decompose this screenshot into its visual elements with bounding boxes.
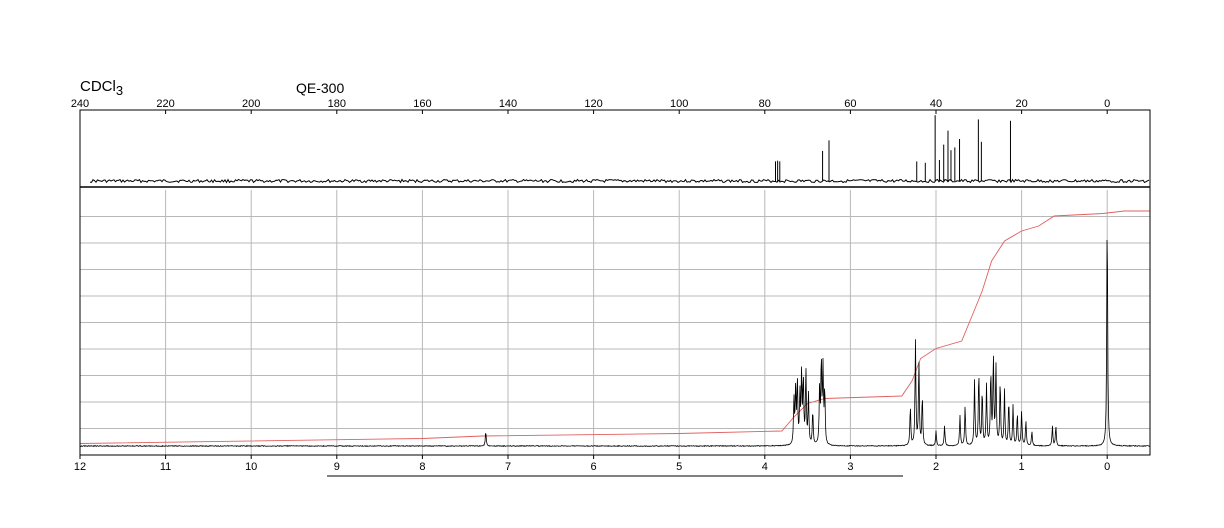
c13-axis-ticks: 240 220 200 180 160 140 120 100 80 60 40 20 0: [71, 98, 1110, 114]
h1-tick-label: 11: [160, 461, 171, 473]
h1-peak-marker: [918, 361, 919, 362]
h1-peak-marker: [910, 406, 911, 407]
h1-peak-marker: [1017, 413, 1018, 414]
h1-tick-label: 0: [1104, 461, 1110, 473]
h1-grid: [79, 190, 1150, 455]
h1-peak-marker: [978, 371, 979, 372]
c13-spectrum: [89, 115, 1150, 184]
h1-peak-marker: [803, 381, 804, 382]
c13-tick-label: 60: [844, 98, 856, 110]
h1-integral-curve: [79, 210, 1150, 444]
c13-tick-label: 160: [413, 98, 431, 110]
h1-peak-marker: [974, 381, 975, 382]
c13-tick-label: 20: [1015, 98, 1027, 110]
h1-peak-marker: [1107, 208, 1108, 209]
h1-peak-marker: [1055, 426, 1056, 427]
h1-peak-marker: [799, 396, 800, 397]
h1-peak-marker: [1031, 431, 1032, 432]
c13-tick-label: 220: [156, 98, 174, 110]
h1-peak-marker: [1025, 421, 1026, 422]
h1-peak-marker: [986, 386, 987, 387]
h1-peak-marker: [982, 391, 983, 392]
h1-peak-marker: [797, 381, 798, 382]
h1-tick-label: 1: [1019, 461, 1025, 473]
h1-spectrum: [79, 208, 1151, 448]
h1-peak-marker: [936, 431, 937, 432]
h1-tick-label: 2: [933, 461, 939, 473]
c13-tick-label: 120: [584, 98, 602, 110]
h1-peak-marker: [990, 371, 991, 372]
h1-peak-marker: [922, 396, 923, 397]
c13-tick-label: 200: [242, 98, 260, 110]
h1-peak-marker: [996, 366, 997, 367]
h1-peak-marker: [915, 341, 916, 342]
h1-peak-marker: [1000, 381, 1001, 382]
h1-peak-marker: [1052, 426, 1053, 427]
c13-tick-label: 240: [71, 98, 89, 110]
nmr-figure: CDCl3 QE-300 240 220 200 180 160 140 120 100 80 6…: [0, 0, 1224, 528]
h1-peak-marker: [821, 361, 822, 362]
c13-tick-label: 80: [759, 98, 771, 110]
h1-tick-label: 10: [245, 461, 257, 473]
outer-frame: [79, 109, 1151, 456]
c13-tick-label: 40: [930, 98, 942, 110]
h1-peak-marker: [1013, 406, 1014, 407]
h1-tick-label: 8: [419, 461, 425, 473]
plot-frame: [79, 109, 1151, 456]
h1-tick-label: 4: [762, 461, 768, 473]
h1-peak-marker: [1021, 411, 1022, 412]
h1-tick-label: 5: [676, 461, 682, 473]
h1-peak-marker: [993, 356, 994, 357]
c13-tick-label: 100: [670, 98, 688, 110]
h1-peak-marker: [824, 391, 825, 392]
h1-peak-marker: [812, 411, 813, 412]
h1-tick-label: 12: [74, 461, 86, 473]
h1-spectrum-line: [79, 239, 1151, 448]
c13-baseline: [89, 178, 1150, 184]
h1-peak-marker: [819, 391, 820, 392]
h1-peak-marker: [794, 401, 795, 402]
h1-peak-marker: [808, 396, 809, 397]
h1-tick-label: 7: [505, 461, 511, 473]
c13-tick-label: 0: [1104, 98, 1110, 110]
h1-integral-line: [79, 210, 1150, 444]
c13-tick-label: 180: [328, 98, 346, 110]
h1-axis-ticks: 12 11 10 9 8 7 6 5 4 3 2 1 0: [74, 455, 1110, 477]
h1-peak-marker: [960, 416, 961, 417]
h1-peak-marker: [1008, 401, 1009, 402]
h1-tick-label: 6: [591, 461, 597, 473]
h1-peak-marker: [1004, 391, 1005, 392]
h1-peak-marker: [965, 406, 966, 407]
h1-peak-marker: [801, 376, 802, 377]
h1-tick-label: 9: [334, 461, 340, 473]
h1-peak-marker: [795, 391, 796, 392]
h1-peak-marker: [823, 371, 824, 372]
h1-peak-marker: [944, 426, 945, 427]
nmr-spectra-chart: 240 220 200 180 160 140 120 100 80 60 40 20 0 12 11 10…: [71, 98, 1151, 477]
h1-peak-marker: [485, 431, 486, 432]
h1-peak-marker: [805, 371, 806, 372]
c13-tick-label: 140: [499, 98, 517, 110]
h1-tick-label: 3: [847, 461, 853, 473]
